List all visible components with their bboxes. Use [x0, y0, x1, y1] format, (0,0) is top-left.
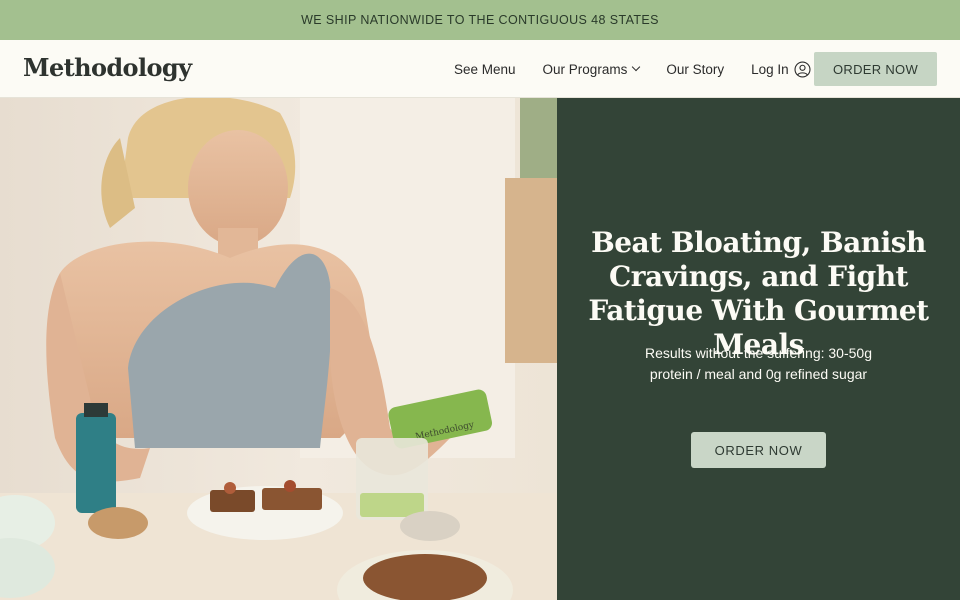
nav-log-in-label: Log In: [751, 61, 789, 77]
nav-our-programs-label: Our Programs: [542, 61, 628, 77]
user-circle-icon: [794, 60, 811, 78]
hero-photo-illustration: Methodology: [0, 98, 557, 600]
hero-panel: Beat Bloating, Banish Cravings, and Figh…: [557, 98, 960, 600]
hero-order-now-button[interactable]: ORDER NOW: [691, 432, 826, 468]
nav-our-programs[interactable]: Our Programs: [542, 61, 641, 77]
brand-logo[interactable]: Methodology: [23, 53, 192, 82]
hero-subtitle: Results without the suffering: 30-50g pr…: [645, 345, 872, 382]
nav-log-in[interactable]: Log In: [751, 60, 811, 78]
hero-image: Methodology: [0, 98, 557, 600]
main-nav: See Menu Our Programs Our Story Log In: [454, 40, 811, 98]
announcement-bar: WE SHIP NATIONWIDE TO THE CONTIGUOUS 48 …: [0, 0, 960, 40]
hero-title: Beat Bloating, Banish Cravings, and Figh…: [588, 226, 929, 361]
nav-our-story-label: Our Story: [666, 61, 725, 77]
nav-our-story[interactable]: Our Story: [666, 62, 724, 77]
announcement-text: WE SHIP NATIONWIDE TO THE CONTIGUOUS 48 …: [301, 13, 659, 27]
nav-see-menu-label: See Menu: [454, 61, 516, 77]
navbar: Methodology See Menu Our Programs Our St…: [0, 40, 960, 98]
nav-see-menu[interactable]: See Menu: [454, 62, 516, 77]
nav-order-now-button[interactable]: ORDER NOW: [814, 52, 937, 86]
chevron-down-icon: [632, 62, 641, 72]
